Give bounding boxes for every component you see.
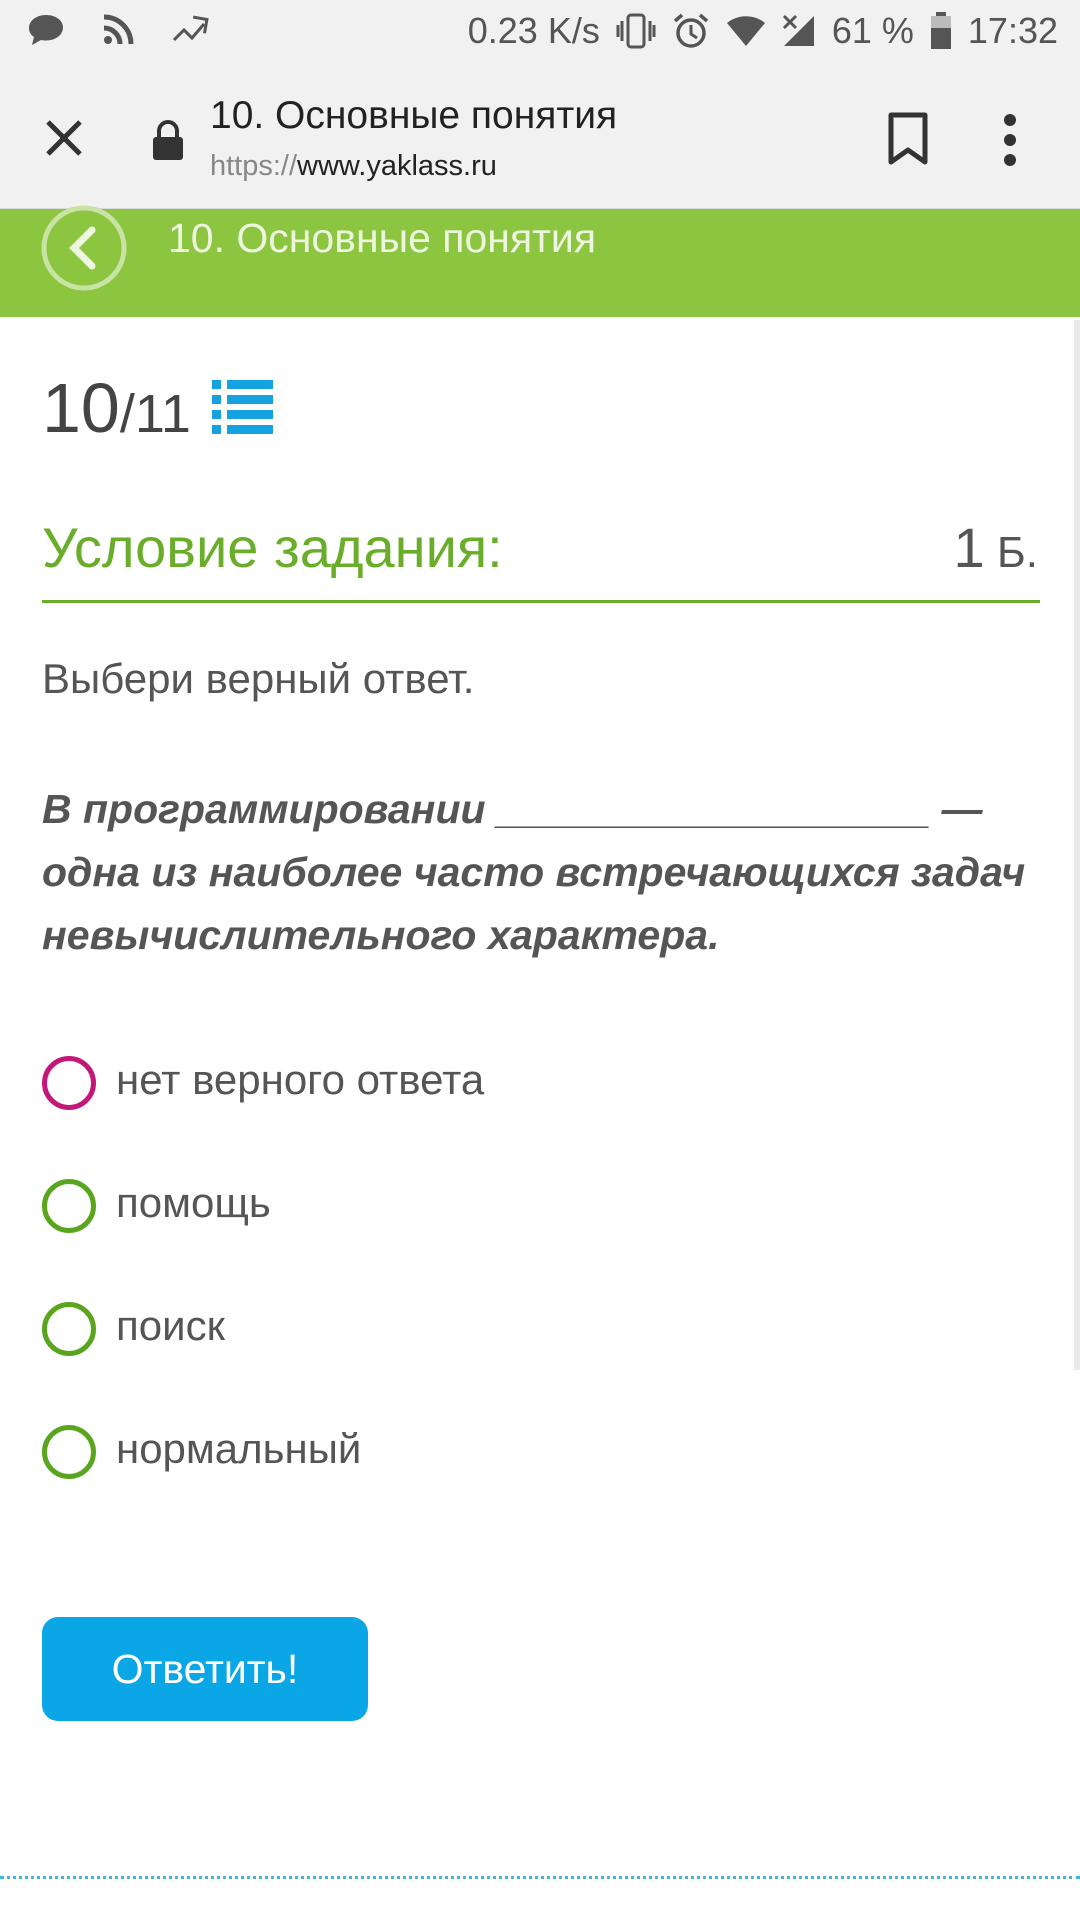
net-speed: 0.23 K/s: [467, 10, 600, 51]
points-unit: Б.: [984, 528, 1038, 577]
battery-percent: 61 %: [831, 10, 914, 51]
vibrate-icon: [616, 13, 656, 49]
heading-divider: [42, 600, 1040, 603]
alarm-icon: [672, 12, 710, 50]
answer-option[interactable]: нормальный: [42, 1423, 942, 1483]
option-label: помощь: [116, 1179, 271, 1226]
browser-page-title: 10. Основные понятия: [210, 94, 618, 137]
task-total: /11: [119, 384, 191, 444]
status-bar: 0.23 K/s 61 % 17:32: [0, 0, 1080, 66]
option-label: поиск: [116, 1302, 225, 1349]
page-edge: [1074, 320, 1080, 1370]
submit-answer-button[interactable]: Ответить!: [42, 1617, 368, 1721]
radio-button[interactable]: [42, 1056, 96, 1110]
signal-icon: [782, 14, 816, 48]
option-label: нет верного ответа: [116, 1056, 485, 1103]
radio-button[interactable]: [42, 1302, 96, 1356]
missed-call-icon: [170, 14, 210, 46]
answer-option[interactable]: поиск: [42, 1300, 942, 1360]
dotted-divider: [0, 1876, 1080, 1879]
battery-icon: [930, 12, 952, 50]
more-options-icon[interactable]: [1002, 112, 1018, 168]
answer-option[interactable]: нет верного ответа: [42, 1054, 942, 1114]
lesson-title: 10. Основные понятия: [168, 215, 597, 261]
task-points: 1 Б.: [954, 515, 1038, 580]
radio-button[interactable]: [42, 1425, 96, 1479]
lock-icon[interactable]: [150, 118, 186, 162]
question-text: В программировании ___________________ —…: [42, 786, 1026, 958]
task-progress: 10/11: [42, 368, 191, 448]
points-value: 1: [953, 516, 985, 579]
back-arrow-icon[interactable]: [40, 204, 128, 292]
wifi-icon: [726, 15, 766, 47]
option-label: нормальный: [116, 1425, 362, 1472]
answer-option[interactable]: помощь: [42, 1177, 942, 1237]
browser-url[interactable]: https://www.yaklass.ru: [210, 150, 497, 183]
clock: 17:32: [967, 10, 1058, 51]
radio-button[interactable]: [42, 1179, 96, 1233]
task-prompt: Выбери верный ответ.: [42, 655, 475, 702]
url-scheme: https://: [210, 150, 298, 182]
task-current: 10: [42, 369, 120, 447]
close-icon[interactable]: [38, 112, 90, 164]
condition-heading: Условие задания:: [42, 516, 503, 579]
lesson-header: 10. Основные понятия: [0, 205, 1080, 317]
chat-icon: [26, 12, 66, 48]
bookmark-icon[interactable]: [886, 112, 930, 166]
url-host: www.yaklass.ru: [297, 150, 497, 182]
rss-icon: [102, 14, 134, 46]
task-list-icon[interactable]: [212, 378, 274, 434]
browser-toolbar: 10. Основные понятия https://www.yaklass…: [0, 66, 1080, 209]
